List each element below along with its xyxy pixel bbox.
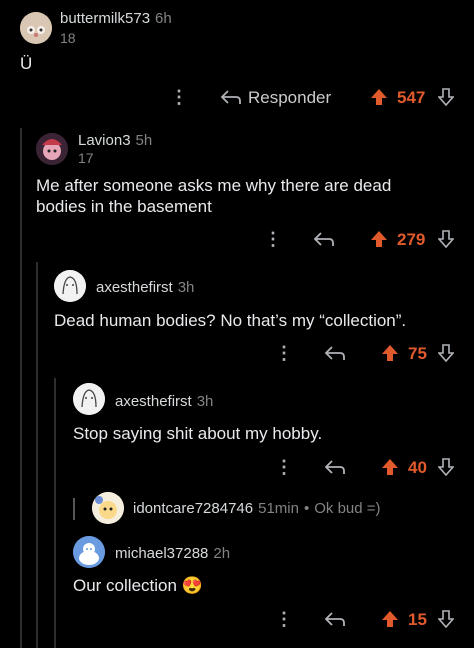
thread-line-3 xyxy=(54,378,56,648)
score: 15 xyxy=(408,610,427,629)
avatar[interactable] xyxy=(73,383,105,415)
avatar[interactable] xyxy=(92,492,124,524)
upvote-arrow-icon[interactable] xyxy=(381,344,399,362)
downvote-arrow-icon[interactable] xyxy=(438,88,454,106)
reply-button[interactable]: Responder xyxy=(248,88,331,108)
score: 279 xyxy=(397,230,426,249)
reply-arrow-icon[interactable] xyxy=(324,344,346,362)
heart-eyes-emoji-icon: 😍 xyxy=(181,576,203,595)
username[interactable]: axesthefirst 3h xyxy=(96,279,194,296)
vote-count: 17 xyxy=(78,150,94,166)
downvote-arrow-icon[interactable] xyxy=(438,610,454,628)
timestamp: 51min xyxy=(258,500,299,517)
collapsed-snippet: Ok bud =) xyxy=(314,500,381,517)
character-avatar-icon xyxy=(36,133,68,165)
more-vertical-icon[interactable]: ⋮ xyxy=(275,458,293,476)
reply-arrow-icon[interactable] xyxy=(324,458,346,476)
comment-body: Our collection 😍 xyxy=(73,576,203,595)
vote-count: 18 xyxy=(60,30,76,46)
score: 75 xyxy=(408,344,427,363)
score: 40 xyxy=(408,458,427,477)
username[interactable]: michael37288 2h xyxy=(115,545,230,562)
downvote-arrow-icon[interactable] xyxy=(438,230,454,248)
separator-dot: • xyxy=(303,500,310,517)
upvote-arrow-icon[interactable] xyxy=(370,88,388,106)
comment-body: Stop saying shit about my hobby. xyxy=(73,424,323,443)
reply-arrow-icon[interactable] xyxy=(324,610,346,628)
animal-avatar-icon xyxy=(92,492,124,524)
thread-line-2 xyxy=(36,262,38,648)
thread-line-1 xyxy=(20,128,22,648)
timestamp: 3h xyxy=(196,393,214,410)
upvote-arrow-icon[interactable] xyxy=(370,230,388,248)
timestamp: 5h xyxy=(135,132,153,149)
comment-body-line-2: bodies in the basement xyxy=(36,197,212,216)
score: 547 xyxy=(397,88,426,107)
more-vertical-icon[interactable]: ⋮ xyxy=(170,88,188,106)
more-vertical-icon[interactable]: ⋮ xyxy=(275,610,293,628)
collapse-bar xyxy=(73,498,75,520)
sketch-avatar-icon xyxy=(54,270,86,302)
upvote-arrow-icon[interactable] xyxy=(381,610,399,628)
avatar[interactable] xyxy=(36,133,68,165)
username[interactable]: axesthefirst 3h xyxy=(115,393,213,410)
collapsed-summary: idontcare7284746 51min • Ok bud =) xyxy=(133,500,381,517)
timestamp: 2h xyxy=(213,545,231,562)
username[interactable]: Lavion3 5h xyxy=(78,132,152,149)
cat-avatar-icon xyxy=(20,12,52,44)
avatar[interactable] xyxy=(54,270,86,302)
comment-body: Ü xyxy=(20,54,33,73)
snoo-avatar-icon xyxy=(73,536,105,568)
comment-body: Dead human bodies? No that’s my “collect… xyxy=(54,311,407,330)
downvote-arrow-icon[interactable] xyxy=(438,458,454,476)
more-vertical-icon[interactable]: ⋮ xyxy=(264,230,282,248)
sketch-avatar-icon xyxy=(73,383,105,415)
avatar[interactable] xyxy=(20,12,52,44)
more-vertical-icon[interactable]: ⋮ xyxy=(275,344,293,362)
reply-arrow-icon[interactable] xyxy=(220,88,242,106)
username[interactable]: buttermilk573 6h xyxy=(60,10,172,27)
avatar[interactable] xyxy=(73,536,105,568)
timestamp: 6h xyxy=(155,10,172,27)
timestamp: 3h xyxy=(177,279,195,296)
downvote-arrow-icon[interactable] xyxy=(438,344,454,362)
username[interactable]: idontcare7284746 xyxy=(133,500,253,517)
upvote-arrow-icon[interactable] xyxy=(381,458,399,476)
reply-arrow-icon[interactable] xyxy=(313,230,335,248)
